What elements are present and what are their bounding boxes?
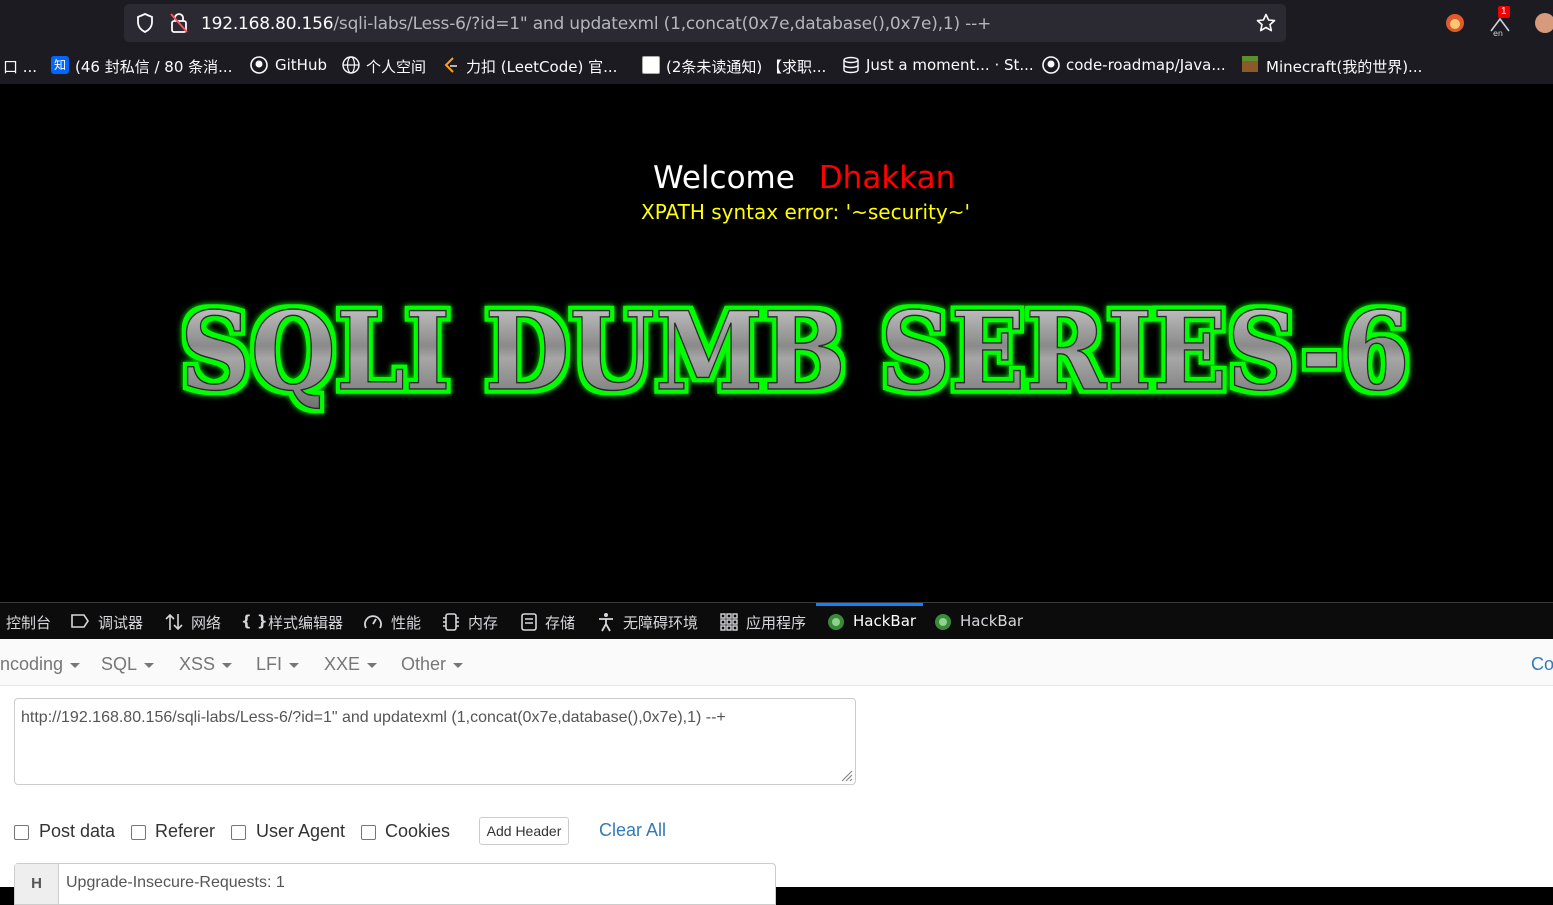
menu-contribute-link[interactable]: Co <box>1531 654 1553 675</box>
referer-checkbox[interactable] <box>131 825 146 840</box>
menu-lfi[interactable]: LFI <box>256 654 300 675</box>
accessibility-icon <box>599 613 613 632</box>
stack-icon <box>843 56 859 74</box>
bookmark-star-icon[interactable] <box>1256 13 1276 33</box>
tab-console[interactable]: 控制台 <box>6 612 51 633</box>
menu-label: SQL <box>101 654 138 674</box>
menu-xxe[interactable]: XXE <box>324 654 378 675</box>
add-header-button[interactable]: Add Header <box>479 817 569 845</box>
tab-debugger[interactable]: 调试器 <box>98 612 143 633</box>
page-content: Welcome Dhakkan XPATH syntax error: '~sec… <box>0 84 1553 602</box>
hackbar-panel: ncoding SQL XSS LFI XXE Other Co http://… <box>0 639 1553 905</box>
address-bar[interactable]: 192.168.80.156/sqli-labs/Less-6/?id=1" a… <box>124 4 1286 42</box>
url-textarea[interactable]: http://192.168.80.156/sqli-labs/Less-6/?… <box>14 698 856 785</box>
banner-text: SQLI DUMB SERIES-6 <box>180 289 1410 415</box>
tab-style-editor[interactable]: 样式编辑器 <box>268 612 343 633</box>
insecure-lock-icon[interactable] <box>169 12 189 34</box>
tab-hackbar-active[interactable]: HackBar <box>853 612 916 630</box>
notification-badge: 1 <box>1498 6 1510 18</box>
svg-text:en: en <box>1493 29 1503 37</box>
github-icon <box>1042 56 1060 74</box>
minecraft-icon <box>1242 56 1258 72</box>
user-agent-label: User Agent <box>256 821 346 841</box>
profile-avatar[interactable] <box>1535 13 1553 33</box>
username: Dhakkan <box>818 160 956 196</box>
style-editor-icon: { } <box>241 612 268 630</box>
caret-down-icon <box>453 662 464 668</box>
url-path: /sqli-labs/Less-6/?id=1" and updatexml (… <box>333 14 992 34</box>
bookmark-item[interactable]: 口 ... <box>3 56 37 77</box>
caret-down-icon <box>367 662 378 668</box>
cookies-label: Cookies <box>385 821 451 841</box>
welcome-line: Welcome Dhakkan <box>653 160 955 196</box>
tab-application[interactable]: 应用程序 <box>746 612 806 633</box>
bookmark-niuke[interactable]: (2条未读通知) 【求职... <box>666 56 826 77</box>
globe-icon <box>342 56 360 74</box>
menu-other[interactable]: Other <box>401 654 464 675</box>
tab-storage[interactable]: 存储 <box>545 612 575 633</box>
bookmark-github[interactable]: GitHub <box>275 56 327 74</box>
zhihu-icon: 知 <box>51 56 69 74</box>
application-icon <box>720 613 738 631</box>
translate-extension[interactable]: en 1 <box>1488 6 1516 37</box>
hackbar-menu: ncoding SQL XSS LFI XXE Other Co <box>0 639 1553 686</box>
shield-icon[interactable] <box>136 13 154 33</box>
header-toggle[interactable]: H <box>15 864 59 904</box>
hackbar-icon <box>935 614 951 630</box>
menu-xss[interactable]: XSS <box>179 654 233 675</box>
clear-all-link[interactable]: Clear All <box>599 820 666 841</box>
memory-icon <box>443 613 459 631</box>
tab-network[interactable]: 网络 <box>191 612 221 633</box>
github-icon <box>250 56 268 74</box>
hackbar-icon <box>828 614 844 630</box>
menu-encoding[interactable]: ncoding <box>0 654 81 675</box>
caret-down-icon <box>144 662 155 668</box>
caret-down-icon <box>289 662 300 668</box>
url-host: 192.168.80.156 <box>201 14 334 34</box>
resize-handle-icon[interactable] <box>839 768 853 782</box>
url-text[interactable]: 192.168.80.156/sqli-labs/Less-6/?id=1" a… <box>201 14 991 34</box>
menu-label: Other <box>401 654 447 674</box>
performance-icon <box>364 615 382 629</box>
bookmark-code-roadmap[interactable]: code-roadmap/Java... <box>1066 56 1226 74</box>
menu-sql[interactable]: SQL <box>101 654 155 675</box>
url-textarea-value: http://192.168.80.156/sqli-labs/Less-6/?… <box>21 709 726 726</box>
user-agent-checkbox[interactable] <box>231 825 246 840</box>
browser-toolbar: 192.168.80.156/sqli-labs/Less-6/?id=1" a… <box>0 0 1553 46</box>
sqli-banner-image: SQLI DUMB SERIES-6 <box>179 289 1411 416</box>
tab-performance[interactable]: 性能 <box>391 612 421 633</box>
extension-fox-icon[interactable] <box>1444 12 1466 34</box>
bookmarks-toolbar: 口 ... 知 (46 封私信 / 80 条消... GitHub 个人空间 力… <box>0 46 1553 84</box>
menu-label: ncoding <box>0 654 64 674</box>
referer-label: Referer <box>155 821 216 841</box>
devtools-tabbar: 控制台 调试器 网络 { } 样式编辑器 性能 内存 存储 无障碍环境 应用程序… <box>0 602 1553 640</box>
welcome-text: Welcome <box>653 160 795 196</box>
bookmark-zhihu[interactable]: (46 封私信 / 80 条消... <box>75 56 232 77</box>
caret-down-icon <box>70 662 81 668</box>
tab-hackbar[interactable]: HackBar <box>960 612 1023 630</box>
debugger-icon <box>71 614 89 628</box>
menu-label: XSS <box>179 654 216 674</box>
network-icon <box>165 613 183 631</box>
post-data-label: Post data <box>39 821 116 841</box>
cookies-checkbox[interactable] <box>361 825 376 840</box>
bookmark-leetcode[interactable]: 力扣 (LeetCode) 官... <box>466 56 617 77</box>
niuke-icon <box>642 56 660 74</box>
storage-icon <box>521 613 537 631</box>
bookmark-personal-space[interactable]: 个人空间 <box>366 56 426 77</box>
tab-memory[interactable]: 内存 <box>468 612 498 633</box>
tab-accessibility[interactable]: 无障碍环境 <box>623 612 698 633</box>
bookmark-minecraft[interactable]: Minecraft(我的世界)... <box>1266 56 1422 77</box>
header-row: H Upgrade-Insecure-Requests: 1 <box>14 863 776 905</box>
caret-down-icon <box>222 662 233 668</box>
leetcode-icon <box>444 57 457 73</box>
active-tab-indicator <box>816 603 923 606</box>
xpath-error-message: XPATH syntax error: '~security~' <box>641 200 970 224</box>
bookmark-just-a-moment[interactable]: Just a moment... · St... <box>866 56 1034 74</box>
menu-label: XXE <box>324 654 361 674</box>
menu-label: LFI <box>256 654 283 674</box>
header-value-input[interactable]: Upgrade-Insecure-Requests: 1 <box>66 874 285 892</box>
post-data-checkbox[interactable] <box>14 825 29 840</box>
